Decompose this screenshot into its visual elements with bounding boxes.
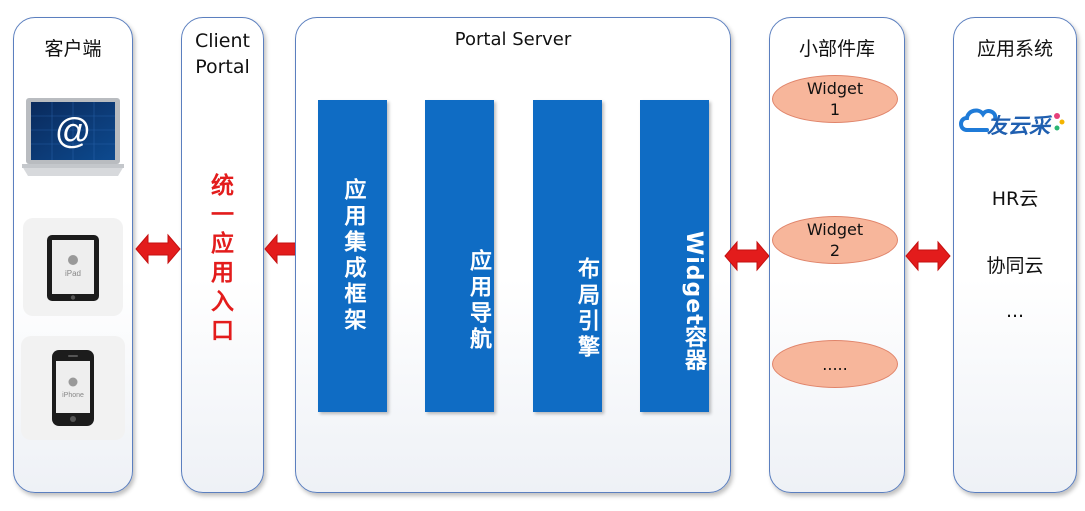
iphone-icon: iPhone xyxy=(52,350,94,426)
client-portal-title-line2: Portal xyxy=(195,56,250,78)
collaboration-cloud-label: 协同云 xyxy=(986,255,1044,277)
widget-more: ..... xyxy=(772,340,898,388)
ipad-label: iPad xyxy=(65,269,81,278)
widget-library-title: 小部件库 xyxy=(798,38,875,60)
widget-2-line1: Widget xyxy=(806,220,864,239)
client-portal-title-line1: Client xyxy=(194,30,250,52)
unified-entry-char: 口 xyxy=(211,318,234,344)
double-arrow-icon xyxy=(135,233,181,265)
youyuncai-logo-text: 友云采 xyxy=(987,114,1053,138)
client-panel-title: 客户端 xyxy=(44,38,102,60)
portal-server-title: Portal Server xyxy=(454,29,572,50)
app-navigation-label: 应用导航 xyxy=(466,249,491,353)
laptop-icon: @ xyxy=(22,98,124,176)
ipad-icon: iPad xyxy=(47,235,99,301)
layout-engine-bar: 布局引擎 xyxy=(533,100,602,412)
unified-entry-char: 应 xyxy=(211,231,234,257)
widget-1: Widget 1 xyxy=(772,75,898,123)
widget-2: Widget 2 xyxy=(772,216,898,264)
unified-entry-label: 统 一 应 用 入 口 xyxy=(181,172,264,346)
app-system-title: 应用系统 xyxy=(976,38,1053,60)
unified-entry-char: 用 xyxy=(211,260,234,286)
unified-entry-char: 一 xyxy=(211,202,234,228)
widget-1-line1: Widget xyxy=(806,79,864,98)
widget-2-line2: 2 xyxy=(829,241,841,260)
iphone-label: iPhone xyxy=(62,392,84,399)
widget-1-line2: 1 xyxy=(829,100,841,119)
youyuncai-logo: 友云采 xyxy=(959,108,1065,138)
layout-engine-label: 布局引擎 xyxy=(574,256,599,361)
widget-container-label: Widget容器 xyxy=(681,230,706,372)
app-integration-framework-bar: 应用集成框架 xyxy=(318,100,387,412)
unified-entry-char: 入 xyxy=(211,289,234,315)
widget-container-bar: Widget容器 xyxy=(640,100,709,412)
unified-entry-char: 统 xyxy=(211,173,234,199)
widget-more-label: ..... xyxy=(822,354,848,374)
double-arrow-icon xyxy=(724,240,770,272)
more-systems-label: ... xyxy=(1005,300,1025,322)
hr-cloud-label: HR云 xyxy=(991,188,1039,210)
laptop-at-symbol: @ xyxy=(55,110,92,151)
app-integration-framework-label: 应用集成框架 xyxy=(340,178,366,334)
app-navigation-bar: 应用导航 xyxy=(425,100,494,412)
double-arrow-icon xyxy=(905,240,951,272)
